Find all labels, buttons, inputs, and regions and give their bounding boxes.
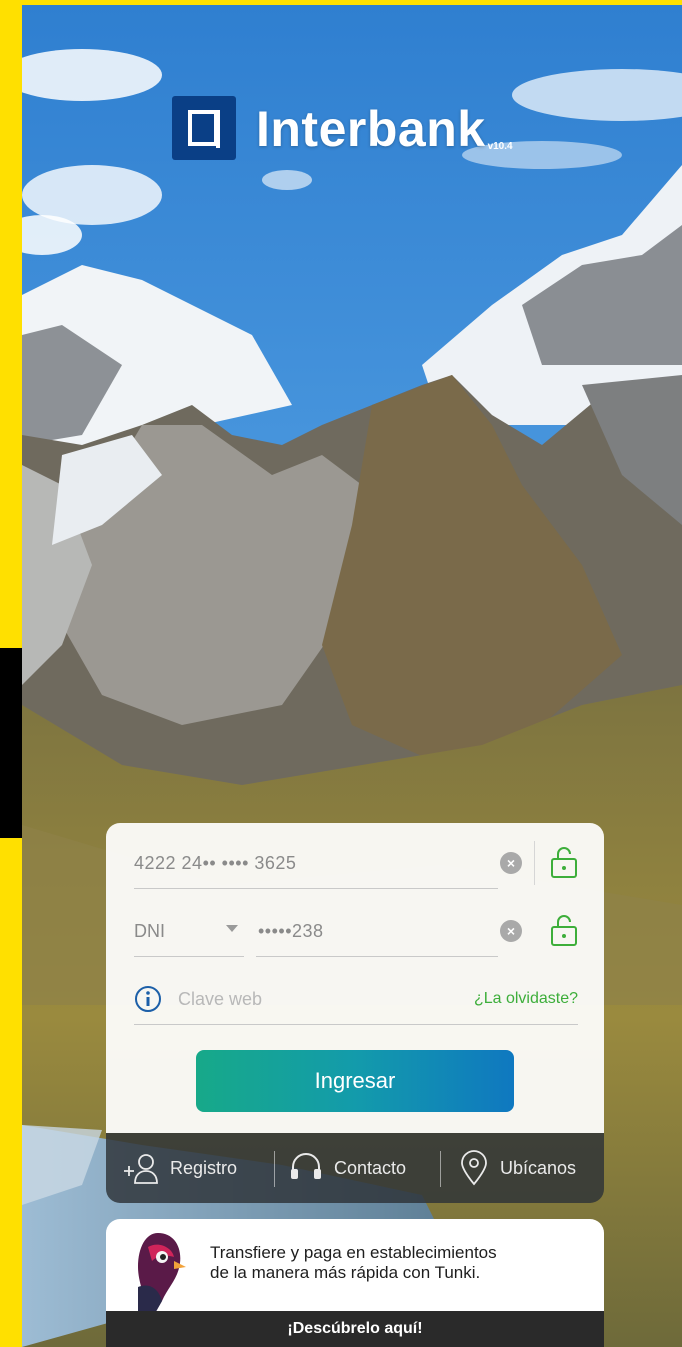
promo-line-1: Transfiere y paga en establecimientos xyxy=(210,1243,497,1262)
tunki-promo-banner[interactable]: Transfiere y paga en establecimientos de… xyxy=(106,1219,604,1347)
register-button[interactable]: Registro xyxy=(122,1133,237,1203)
document-type-underline xyxy=(134,956,244,957)
bottom-nav: Registro Contacto Ubícanos xyxy=(106,1133,604,1203)
nav-divider xyxy=(274,1151,275,1187)
card-number-row: 4222 24•• •••• 3625 × xyxy=(134,841,580,889)
unlock-icon[interactable] xyxy=(548,845,580,881)
chevron-down-icon[interactable] xyxy=(226,925,238,932)
register-label: Registro xyxy=(170,1157,238,1178)
login-screen: Interbank v10.4 4222 24•• •••• 3625 × DN… xyxy=(22,5,682,1347)
promo-line-2: de la manera más rápida con Tunki. xyxy=(210,1263,481,1282)
add-user-icon xyxy=(124,1154,158,1184)
brand-name: Interbank xyxy=(256,101,486,157)
info-icon[interactable] xyxy=(134,985,162,1013)
document-number-underline xyxy=(256,956,498,957)
clear-document-button[interactable]: × xyxy=(500,920,522,942)
app-version: v10.4 xyxy=(487,141,513,152)
document-row: DNI •••••238 × xyxy=(134,911,580,957)
promo-cta[interactable]: ¡Descúbrelo aquí! xyxy=(106,1311,604,1347)
nav-divider xyxy=(440,1151,441,1187)
interbank-logo: Interbank v10.4 xyxy=(172,90,513,160)
password-field[interactable]: Clave web xyxy=(178,989,262,1010)
tunki-bird-icon xyxy=(138,1233,186,1315)
location-pin-icon xyxy=(461,1150,487,1186)
contact-button[interactable]: Contacto xyxy=(288,1133,406,1203)
clear-card-button[interactable]: × xyxy=(500,852,522,874)
password-underline xyxy=(134,1024,578,1025)
locate-label: Ubícanos xyxy=(500,1157,577,1178)
login-card: 4222 24•• •••• 3625 × DNI •••••238 × Cla… xyxy=(106,823,604,1133)
interbank-logo-mark xyxy=(172,96,236,160)
password-row: Clave web ¿La olvidaste? xyxy=(134,979,578,1025)
divider xyxy=(534,841,535,885)
locate-button[interactable]: Ubícanos xyxy=(458,1133,576,1203)
forgot-password-link[interactable]: ¿La olvidaste? xyxy=(474,990,578,1008)
left-edge-strip xyxy=(0,648,22,838)
headset-icon xyxy=(291,1153,321,1179)
document-number-field[interactable]: •••••238 xyxy=(258,921,324,942)
unlock-icon[interactable] xyxy=(548,913,580,949)
card-number-field[interactable]: 4222 24•• •••• 3625 xyxy=(134,853,296,874)
document-type-select[interactable]: DNI xyxy=(134,921,165,942)
login-button[interactable]: Ingresar xyxy=(196,1050,514,1112)
contact-label: Contacto xyxy=(334,1157,407,1178)
card-number-underline xyxy=(134,888,498,889)
promo-text: Transfiere y paga en establecimientos de… xyxy=(210,1243,580,1283)
